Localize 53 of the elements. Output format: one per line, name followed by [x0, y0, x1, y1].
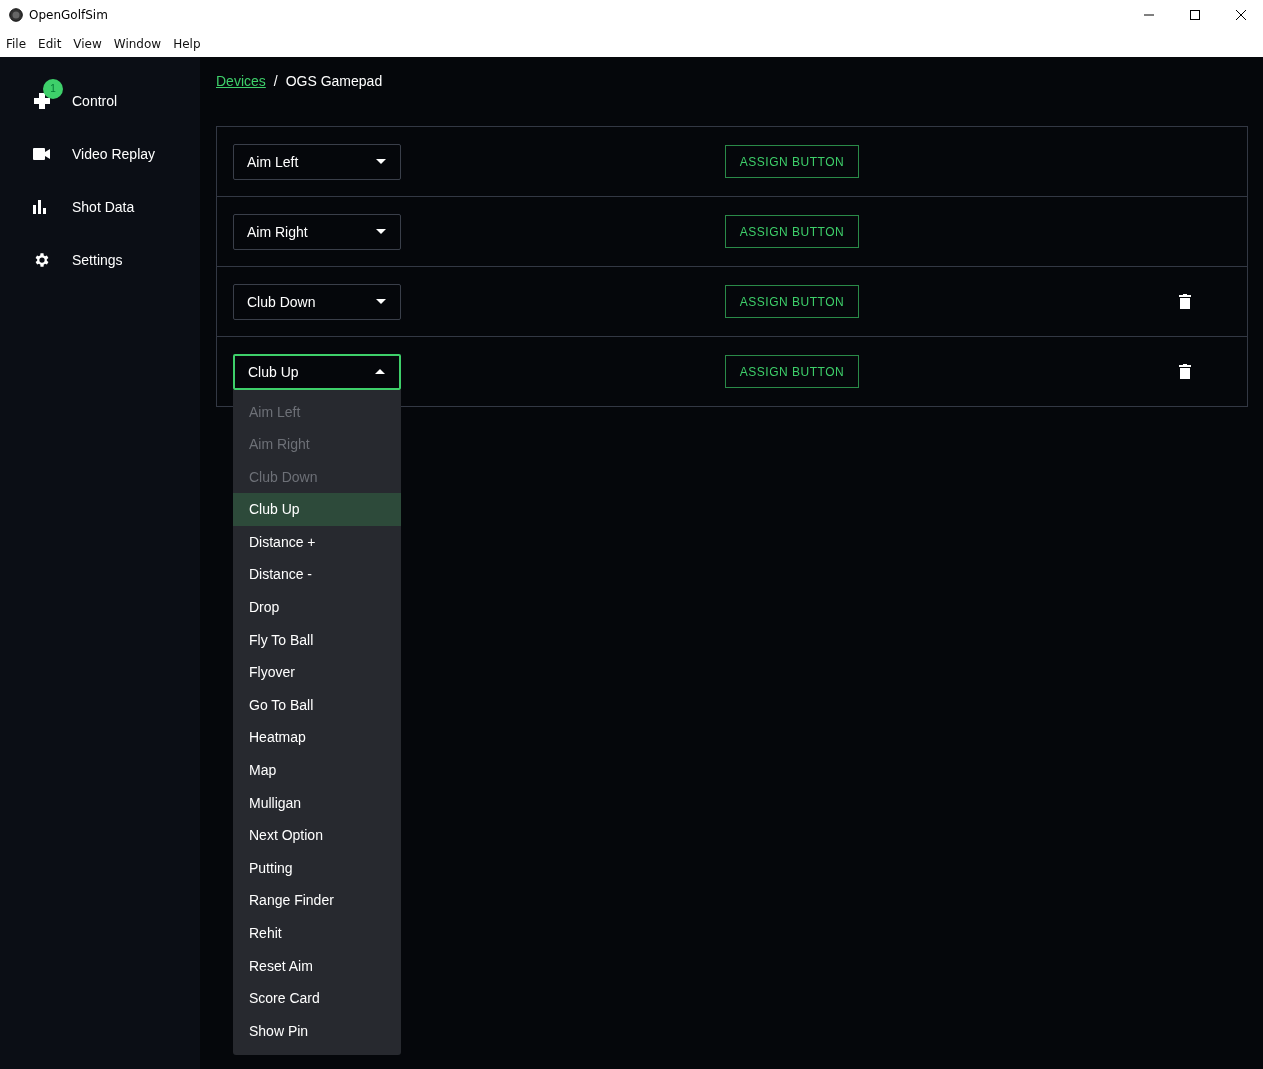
nav-item[interactable]: Video Replay	[0, 127, 200, 180]
dropdown-option[interactable]: Distance -	[233, 558, 401, 592]
dropdown-option[interactable]: Score Card	[233, 982, 401, 1015]
dropdown-option[interactable]: Range Finder	[233, 884, 401, 917]
action-select[interactable]: Club Down	[233, 283, 401, 320]
nav-item[interactable]: Settings	[0, 233, 200, 286]
menu-item[interactable]: Edit	[38, 36, 62, 51]
menu-item[interactable]: Window	[113, 36, 162, 51]
dropdown-option[interactable]: Fly To Ball	[233, 623, 401, 657]
menu-item[interactable]: View	[73, 36, 102, 51]
caret-icon	[376, 299, 386, 304]
dropdown-option[interactable]: Club Up	[233, 493, 401, 526]
dropdown-option[interactable]: Mulligan	[233, 786, 401, 820]
action-select[interactable]: Aim Right	[233, 213, 401, 250]
video-camera-icon	[33, 147, 51, 160]
window-title: OpenGolfSim	[29, 8, 108, 22]
delete-icon[interactable]	[1179, 364, 1191, 379]
dropdown-option[interactable]: Drop	[233, 591, 401, 624]
menu-item[interactable]: Help	[173, 36, 201, 51]
assign-button[interactable]: ASSIGN BUTTON	[725, 145, 859, 178]
action-select[interactable]: Aim Left	[233, 143, 401, 180]
dropdown-option: Aim Right	[233, 428, 401, 461]
dropdown-option[interactable]: Distance +	[233, 525, 401, 559]
assign-button[interactable]: ASSIGN BUTTON	[725, 355, 859, 388]
maximize-icon[interactable]	[1189, 9, 1201, 21]
app-logo-icon	[9, 8, 23, 22]
dropdown-option: Club Down	[233, 460, 401, 494]
dropdown-option[interactable]: Putting	[233, 851, 401, 885]
dropdown-option[interactable]: Go To Ball	[233, 688, 401, 722]
bar-chart-icon	[33, 199, 47, 214]
notification-badge: 1	[43, 78, 63, 99]
nav-item[interactable]: Shot Data	[0, 180, 200, 233]
caret-icon	[375, 369, 385, 374]
dropdown-option[interactable]: Heatmap	[233, 721, 401, 755]
caret-icon	[376, 159, 386, 164]
dropdown-option[interactable]: Reset Aim	[233, 949, 401, 983]
breadcrumb-current: OGS Gamepad	[285, 73, 383, 91]
settings-icon	[33, 250, 51, 269]
close-icon[interactable]	[1235, 9, 1247, 21]
dropdown-option: Aim Left	[233, 395, 401, 429]
breadcrumb-link[interactable]: Devices	[216, 73, 266, 91]
dropdown-option[interactable]: Map	[233, 754, 401, 787]
breadcrumb-separator: /	[273, 73, 278, 91]
assign-button[interactable]: ASSIGN BUTTON	[725, 285, 859, 318]
assign-button[interactable]: ASSIGN BUTTON	[725, 215, 859, 248]
menu-item[interactable]: File	[6, 36, 27, 51]
delete-icon[interactable]	[1179, 294, 1191, 309]
dropdown-option[interactable]: Flyover	[233, 656, 401, 689]
caret-icon	[376, 229, 386, 234]
nav-item[interactable]: 1 Control	[0, 74, 200, 127]
dropdown-option[interactable]: Rehit	[233, 917, 401, 950]
dropdown-option[interactable]: Show Pin	[233, 1014, 401, 1048]
dropdown-option[interactable]: Next Option	[233, 819, 401, 852]
